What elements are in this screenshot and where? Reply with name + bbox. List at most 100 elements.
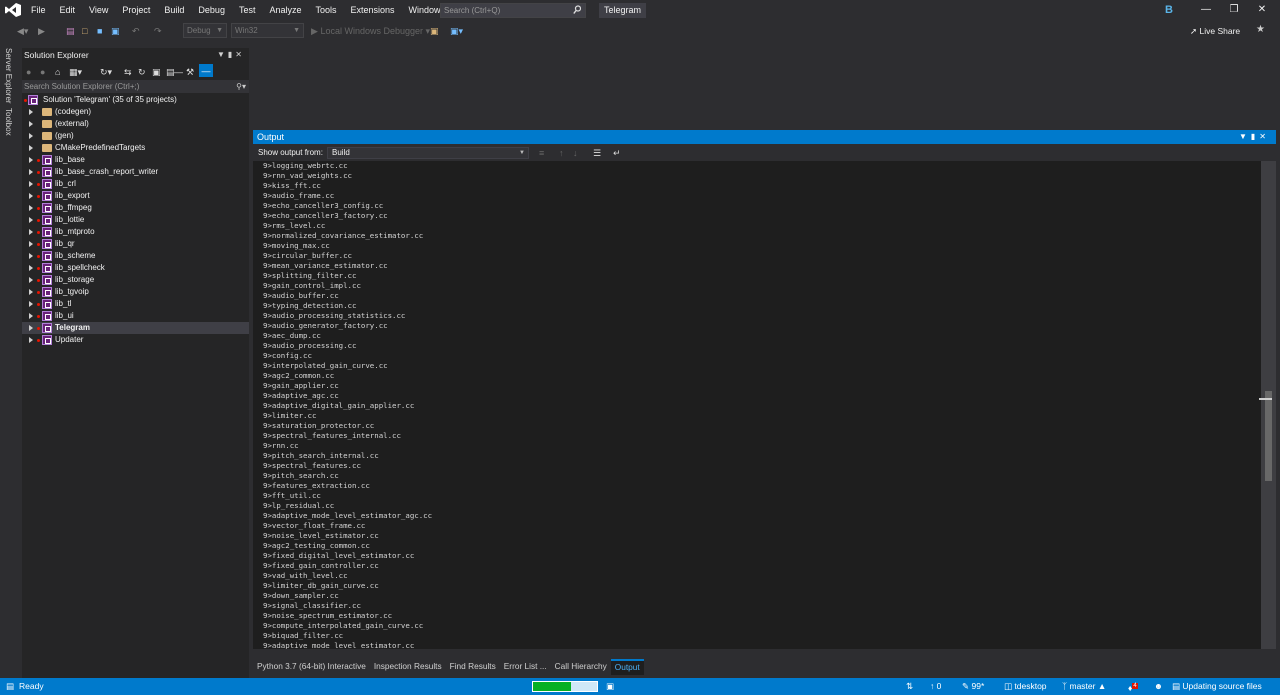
tree-project[interactable]: Telegram [22, 322, 249, 334]
expand-arrow-icon[interactable] [29, 265, 33, 271]
tree-folder[interactable]: (gen) [22, 130, 249, 142]
expand-arrow-icon[interactable] [29, 241, 33, 247]
feedback-icon[interactable]: ★ [1256, 24, 1265, 35]
tree-project[interactable]: lib_export [22, 190, 249, 202]
refresh-icon[interactable]: ↻ [138, 65, 146, 79]
tree-project[interactable]: lib_crl [22, 178, 249, 190]
menu-project[interactable]: Project [115, 0, 157, 20]
menu-edit[interactable]: Edit [53, 0, 83, 20]
output-source-combo[interactable]: Build ▼ [327, 147, 529, 159]
menu-file[interactable]: File [24, 0, 53, 20]
open-folder-icon[interactable]: □ [82, 24, 87, 38]
forward-icon[interactable]: ▶ [38, 24, 45, 38]
back-icon[interactable]: ◀▾ [17, 24, 28, 38]
tree-project[interactable]: Updater [22, 334, 249, 346]
tree-project[interactable]: lib_mtproto [22, 226, 249, 238]
expand-arrow-icon[interactable] [29, 313, 33, 319]
next-message-icon[interactable]: ↓ [573, 146, 578, 160]
vertical-scrollbar[interactable] [1259, 161, 1276, 649]
expand-arrow-icon[interactable] [29, 181, 33, 187]
tree-folder[interactable]: CMakePredefinedTargets [22, 142, 249, 154]
sync-icon[interactable]: ⇆ [124, 65, 132, 79]
expand-arrow-icon[interactable] [29, 145, 33, 151]
expand-arrow-icon[interactable] [29, 157, 33, 163]
tree-project[interactable]: lib_lottie [22, 214, 249, 226]
repository[interactable]: ◫ tdesktop [1004, 678, 1047, 695]
expand-arrow-icon[interactable] [29, 229, 33, 235]
platform-combo[interactable]: Win32 ▼ [231, 23, 304, 38]
tree-folder[interactable]: (external) [22, 118, 249, 130]
tab-inspection-results[interactable]: Inspection Results [370, 659, 446, 675]
panel-close-icon[interactable]: ✕ [235, 50, 245, 59]
git-push-icon[interactable]: ⇅ [906, 678, 913, 695]
expand-arrow-icon[interactable] [29, 217, 33, 223]
feedback-icon[interactable]: ☻ [1154, 678, 1163, 695]
panel-menu-icon[interactable]: ▼ [1239, 132, 1251, 141]
build-status-icon[interactable]: ▣ [606, 678, 614, 695]
solution-root[interactable]: Solution 'Telegram' (35 of 35 projects) [22, 94, 249, 106]
menu-debug[interactable]: Debug [191, 0, 232, 20]
forward-icon[interactable]: ● [40, 65, 45, 79]
notifications[interactable]: ♦4 [1128, 678, 1138, 695]
tab-find-results[interactable]: Find Results [446, 659, 500, 675]
tab-call-hierarchy[interactable]: Call Hierarchy [551, 659, 611, 675]
expand-arrow-icon[interactable] [29, 253, 33, 259]
wrench-icon[interactable]: ⚒ [186, 65, 194, 79]
properties-icon[interactable]: — [174, 65, 183, 79]
expand-arrow-icon[interactable] [29, 193, 33, 199]
scrollbar-thumb[interactable] [1265, 391, 1272, 481]
tree-project[interactable]: lib_spellcheck [22, 262, 249, 274]
pending-commits[interactable]: ↑ 0 [930, 678, 941, 695]
expand-arrow-icon[interactable] [29, 109, 33, 115]
expand-arrow-icon[interactable] [29, 133, 33, 139]
undo-icon[interactable]: ↶ [132, 24, 140, 38]
menu-build[interactable]: Build [157, 0, 191, 20]
server-explorer-tab[interactable]: Server Explorer [4, 48, 13, 104]
menu-analyze[interactable]: Analyze [262, 0, 308, 20]
output-text[interactable]: 9>logging_webrtc.cc 9>rnn_vad_weights.cc 9… [253, 161, 1261, 649]
tab-output[interactable]: Output [610, 659, 644, 675]
live-share-button[interactable]: ➚ Live Share [1190, 24, 1240, 38]
tab-python-3-7-64-bit-interactive[interactable]: Python 3.7 (64-bit) Interactive [253, 659, 370, 675]
find-message-icon[interactable]: ≡ [539, 146, 544, 160]
toolbox-tab[interactable]: Toolbox [4, 108, 13, 136]
solution-search-input[interactable]: Search Solution Explorer (Ctrl+;) ⚲▾ [22, 80, 249, 93]
close-icon[interactable]: ✕ [1248, 0, 1276, 20]
branch[interactable]: ᛉ master ▲ [1062, 678, 1106, 695]
previous-message-icon[interactable]: ↑ [559, 146, 564, 160]
switch-views-icon[interactable]: ▦▾ [69, 65, 82, 79]
redo-icon[interactable]: ↷ [154, 24, 162, 38]
start-debugging-button[interactable]: ▶ Local Windows Debugger ▾ [311, 24, 430, 38]
word-wrap-icon[interactable]: ↵ [613, 146, 621, 160]
expand-arrow-icon[interactable] [29, 121, 33, 127]
menu-view[interactable]: View [82, 0, 115, 20]
expand-arrow-icon[interactable] [29, 169, 33, 175]
clear-all-icon[interactable]: ☰ [593, 146, 601, 160]
expand-arrow-icon[interactable] [29, 337, 33, 343]
menu-test[interactable]: Test [232, 0, 263, 20]
save-all-icon[interactable]: ▣ [111, 24, 120, 38]
tree-project[interactable]: lib_storage [22, 274, 249, 286]
search-input[interactable]: Search (Ctrl+Q) [440, 3, 586, 18]
expand-arrow-icon[interactable] [29, 277, 33, 283]
pending-changes[interactable]: ✎ 99* [962, 678, 984, 695]
minimize-icon[interactable]: — [1192, 0, 1220, 20]
tree-project[interactable]: lib_ui [22, 310, 249, 322]
panel-close-icon[interactable]: ✕ [1259, 132, 1270, 141]
tree-project[interactable]: lib_tl [22, 298, 249, 310]
restore-icon[interactable]: ❐ [1220, 0, 1248, 20]
configuration-combo[interactable]: Debug ▼ [183, 23, 227, 38]
user-avatar[interactable]: B [1162, 3, 1176, 17]
expand-arrow-icon[interactable] [29, 301, 33, 307]
panel-menu-icon[interactable]: ▼ [217, 50, 228, 59]
tab-error-list[interactable]: Error List ... [500, 659, 551, 675]
tree-project[interactable]: lib_base_crash_report_writer [22, 166, 249, 178]
expand-arrow-icon[interactable] [29, 289, 33, 295]
find-in-files-icon[interactable]: ▣ [430, 24, 439, 38]
expand-arrow-icon[interactable] [29, 325, 33, 331]
home-icon[interactable]: ⌂ [55, 65, 60, 79]
expand-arrow-icon[interactable] [29, 205, 33, 211]
collapse-all-icon[interactable]: ▣ [152, 65, 161, 79]
horizontal-scrollbar[interactable] [253, 649, 1276, 659]
pending-changes-icon[interactable]: ↻▾ [100, 65, 112, 79]
